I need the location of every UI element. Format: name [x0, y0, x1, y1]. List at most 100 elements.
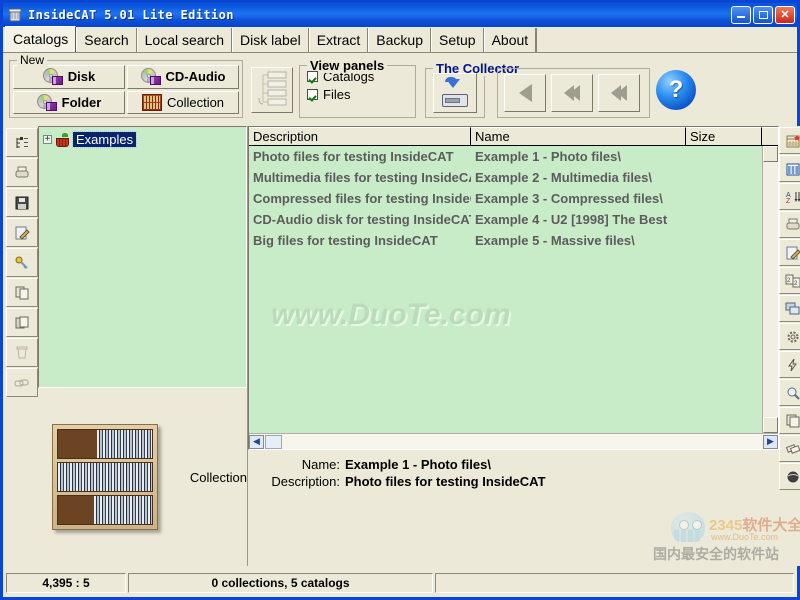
nav-back-button[interactable]	[504, 74, 546, 112]
list-vertical-scrollbar[interactable]	[762, 146, 778, 433]
status-counter: 4,395 : 5	[6, 573, 126, 593]
search-zoom-icon-button[interactable]	[779, 379, 800, 406]
sort-az-icon-button[interactable]: A Z	[779, 183, 800, 210]
tree-expander-icon[interactable]: +	[43, 135, 52, 144]
disk-book-icon	[140, 68, 161, 86]
column-header-size[interactable]: Size	[686, 127, 762, 145]
column-header-description[interactable]: Description	[249, 127, 471, 145]
table-row[interactable]: CD-Audio disk for testing InsideCAT Exam…	[249, 209, 762, 230]
navigation-buttons	[498, 69, 649, 112]
column-header-name[interactable]: Name	[471, 127, 686, 145]
tree-structure-button[interactable]	[251, 67, 293, 113]
key-icon	[15, 256, 28, 269]
shelf-row	[57, 429, 153, 459]
shelf-row	[57, 462, 153, 492]
key-icon-button[interactable]	[6, 248, 38, 277]
tab-backup[interactable]: Backup	[368, 28, 431, 52]
calendar-new-icon-button[interactable]	[779, 127, 800, 154]
link-icon-button[interactable]	[6, 368, 38, 397]
scroll-down-button[interactable]	[763, 417, 778, 433]
printer-icon	[786, 218, 800, 229]
compare-icon-button[interactable]: 2 2	[779, 267, 800, 294]
settings-icon-button[interactable]	[779, 323, 800, 350]
view-panels-label: View panels	[307, 58, 388, 73]
scroll-left-button[interactable]: ◀	[249, 434, 264, 449]
scroll-thumb[interactable]	[265, 434, 282, 449]
table-row[interactable]: Compressed files for testing InsideCAT E…	[249, 188, 762, 209]
scroll-right-button[interactable]: ▶	[763, 434, 778, 449]
scroll-track[interactable]	[763, 162, 778, 417]
tab-extract[interactable]: Extract	[308, 28, 369, 52]
search-zoom-icon	[787, 387, 800, 400]
catalog-tree[interactable]: + Examples	[38, 126, 247, 388]
new-collection-button[interactable]: Collection	[127, 90, 239, 114]
files-checkbox-label: Files	[323, 87, 351, 102]
table-row[interactable]: Photo files for testing InsideCAT Exampl…	[249, 146, 762, 167]
trash-bin-icon	[7, 7, 23, 23]
scroll-up-button[interactable]	[763, 146, 778, 162]
close-button[interactable]: ✕	[775, 6, 795, 24]
settings-icon	[787, 331, 799, 342]
nav-back-fast-button[interactable]	[551, 74, 593, 112]
tab-search[interactable]: Search	[76, 28, 137, 52]
tab-local-search[interactable]: Local search	[136, 28, 233, 52]
globe-icon-button[interactable]	[779, 463, 800, 490]
new-group: New Disk CD-Audio Folder Collection	[9, 53, 243, 118]
link-icon	[14, 379, 29, 386]
new-folder-label: Folder	[61, 94, 102, 110]
tags-icon-button[interactable]	[779, 435, 800, 462]
tree-list-icon-button[interactable]	[6, 128, 38, 157]
minimize-button[interactable]	[731, 6, 751, 24]
tab-about[interactable]: About	[483, 28, 537, 52]
catalog-list: Description Name Size Photo files for te…	[248, 126, 779, 450]
row-description: Photo files for testing InsideCAT	[253, 149, 454, 164]
floppy-save-icon-button[interactable]	[6, 188, 38, 217]
files-checkbox[interactable]	[307, 89, 318, 100]
nav-back-all-button[interactable]	[598, 74, 640, 112]
edit-note-icon-button[interactable]	[779, 239, 800, 266]
tab-setup[interactable]: Setup	[431, 28, 484, 52]
maximize-button[interactable]	[753, 6, 773, 24]
status-summary: 0 collections, 5 catalogs	[128, 573, 433, 593]
list-body: Photo files for testing InsideCAT Exampl…	[249, 146, 762, 433]
printer-icon-button[interactable]	[779, 211, 800, 238]
paste-icon-button[interactable]	[6, 308, 38, 337]
table-row[interactable]: Big files for testing InsideCAT Example …	[249, 230, 762, 251]
new-disk-button[interactable]: Disk	[13, 65, 125, 89]
tab-disk-label[interactable]: Disk label	[232, 28, 309, 52]
delete-icon-button[interactable]	[6, 338, 38, 367]
new-cd-audio-button[interactable]: CD-Audio	[127, 65, 239, 89]
list-horizontal-scrollbar[interactable]: ◀ ▶	[249, 433, 778, 449]
navigation-group	[497, 68, 650, 118]
column-header-filler	[762, 127, 778, 145]
help-button[interactable]: ?	[656, 70, 696, 110]
row-description: Big files for testing InsideCAT	[253, 233, 438, 248]
edit-note-icon-button[interactable]	[6, 218, 38, 247]
window-controls: ✕	[731, 6, 795, 24]
view-panels-group: View panels Catalogs Files	[299, 58, 416, 118]
left-toolbar	[6, 126, 38, 566]
row-name: Example 3 - Compressed files\	[475, 191, 663, 206]
pages-icon-button[interactable]	[779, 407, 800, 434]
tab-catalogs[interactable]: Catalogs	[5, 26, 77, 52]
cd-shelf-image	[52, 424, 158, 530]
edit-note-icon	[786, 246, 800, 260]
pages-icon	[786, 414, 800, 427]
catalogs-checkbox[interactable]	[307, 71, 318, 82]
right-toolbar: A Z 2 2	[779, 126, 800, 566]
copy-icon-button[interactable]	[6, 278, 38, 307]
tags-icon	[785, 443, 800, 454]
view-panel-files-row[interactable]: Files	[300, 84, 415, 102]
network-icon-button[interactable]	[779, 295, 800, 322]
table-row[interactable]: Multimedia files for testing InsideCAT E…	[249, 167, 762, 188]
disk-book-icon	[42, 68, 63, 86]
printer-icon-button[interactable]	[6, 158, 38, 187]
flash-icon-button[interactable]	[779, 351, 800, 378]
network-icon	[785, 302, 800, 314]
shelf-row	[57, 495, 153, 525]
collector-button[interactable]	[433, 73, 477, 113]
columns-icon-button[interactable]	[779, 155, 800, 182]
new-folder-button[interactable]: Folder	[13, 90, 125, 114]
tree-node-examples[interactable]: + Examples	[43, 131, 246, 148]
delete-icon	[16, 346, 28, 358]
